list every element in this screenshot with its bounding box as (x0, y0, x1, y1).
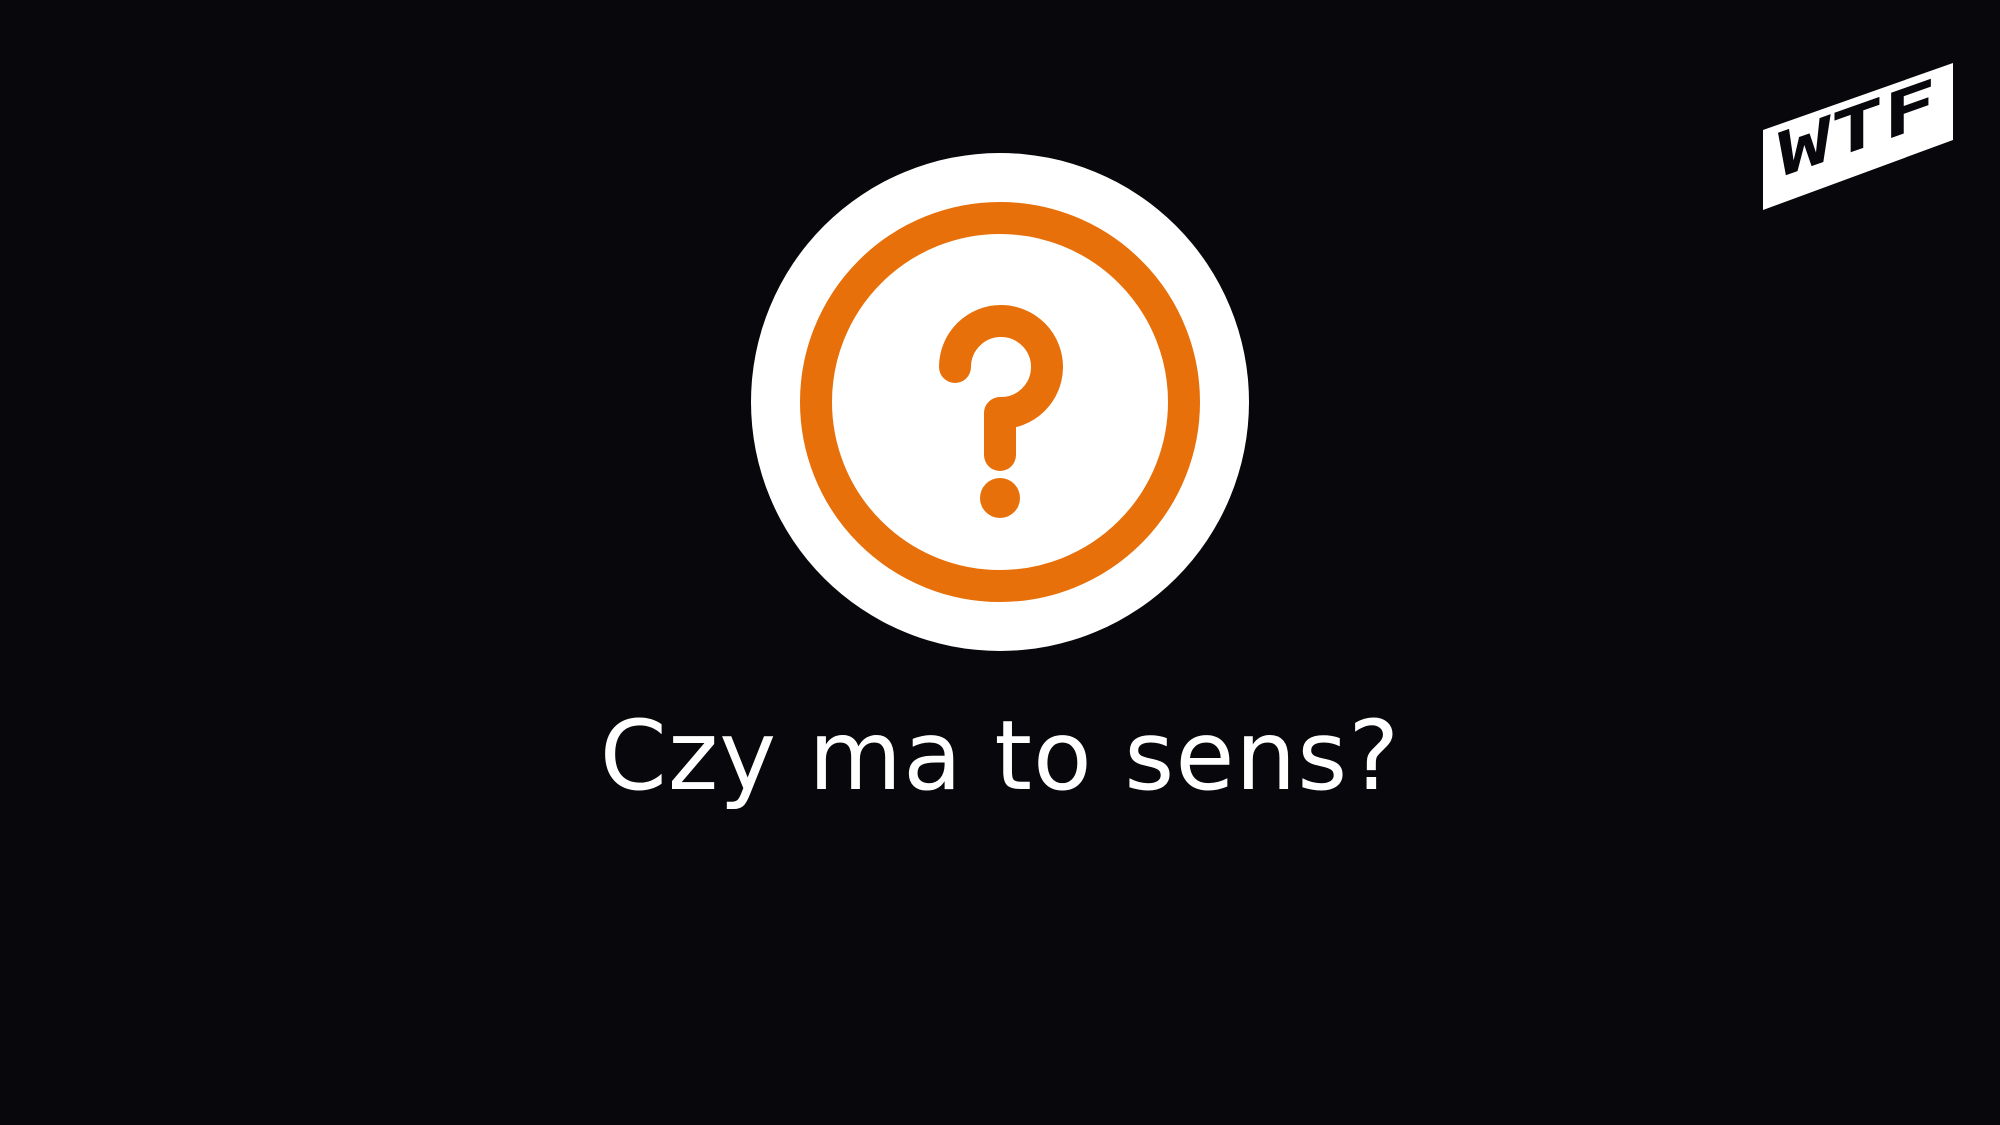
wtf-logo: WTF (1763, 63, 1953, 210)
question-circle-icon (751, 153, 1249, 651)
slide-caption: Czy ma to sens? (599, 700, 1401, 812)
